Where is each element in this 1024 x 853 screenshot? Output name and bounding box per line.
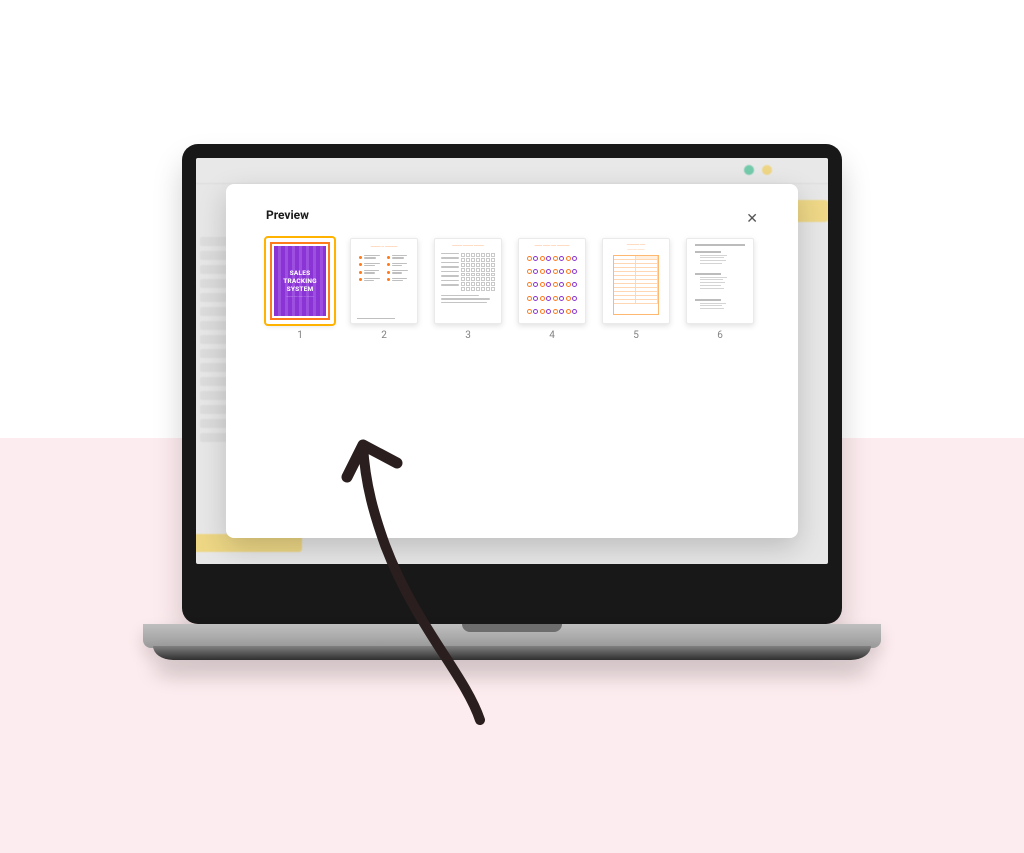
cover-subtitle: ──── ── ─── ─ ────: [275, 295, 325, 298]
thumbnail-page-2[interactable]: ──── ─ ─────: [350, 238, 418, 341]
thumbnail-number: 5: [633, 330, 639, 341]
modal-title: Preview: [266, 208, 758, 222]
canvas: Preview ✕ SALES: [0, 0, 1024, 853]
cover-title: SALES TRACKING SYSTEM: [267, 269, 333, 293]
thumbnail-page-5[interactable]: ───── ── ─── ── ────: [602, 238, 670, 341]
thumbnail-number: 1: [297, 330, 303, 341]
thumbnail-number: 4: [549, 330, 555, 341]
thumbnail-grid: SALES TRACKING SYSTEM ──── ── ─── ─ ────…: [266, 238, 758, 341]
thumbnail-number: 2: [381, 330, 387, 341]
thumbnail-number: 3: [465, 330, 471, 341]
thumbnail-page-1[interactable]: SALES TRACKING SYSTEM ──── ── ─── ─ ────…: [266, 238, 334, 341]
thumbnail-page-4[interactable]: ─── ─── ── ───── 4: [518, 238, 586, 341]
laptop-screen-frame: Preview ✕ SALES: [182, 144, 842, 624]
close-icon[interactable]: ✕: [746, 212, 758, 226]
thumbnail-page-6[interactable]: 6: [686, 238, 754, 341]
screen: Preview ✕ SALES: [196, 158, 828, 564]
preview-modal: Preview ✕ SALES: [226, 184, 798, 538]
thumbnail-number: 6: [717, 330, 723, 341]
laptop-base: [143, 624, 881, 686]
laptop-mockup: Preview ✕ SALES: [143, 144, 881, 686]
thumbnail-page-3[interactable]: ──── ──── ────: [434, 238, 502, 341]
